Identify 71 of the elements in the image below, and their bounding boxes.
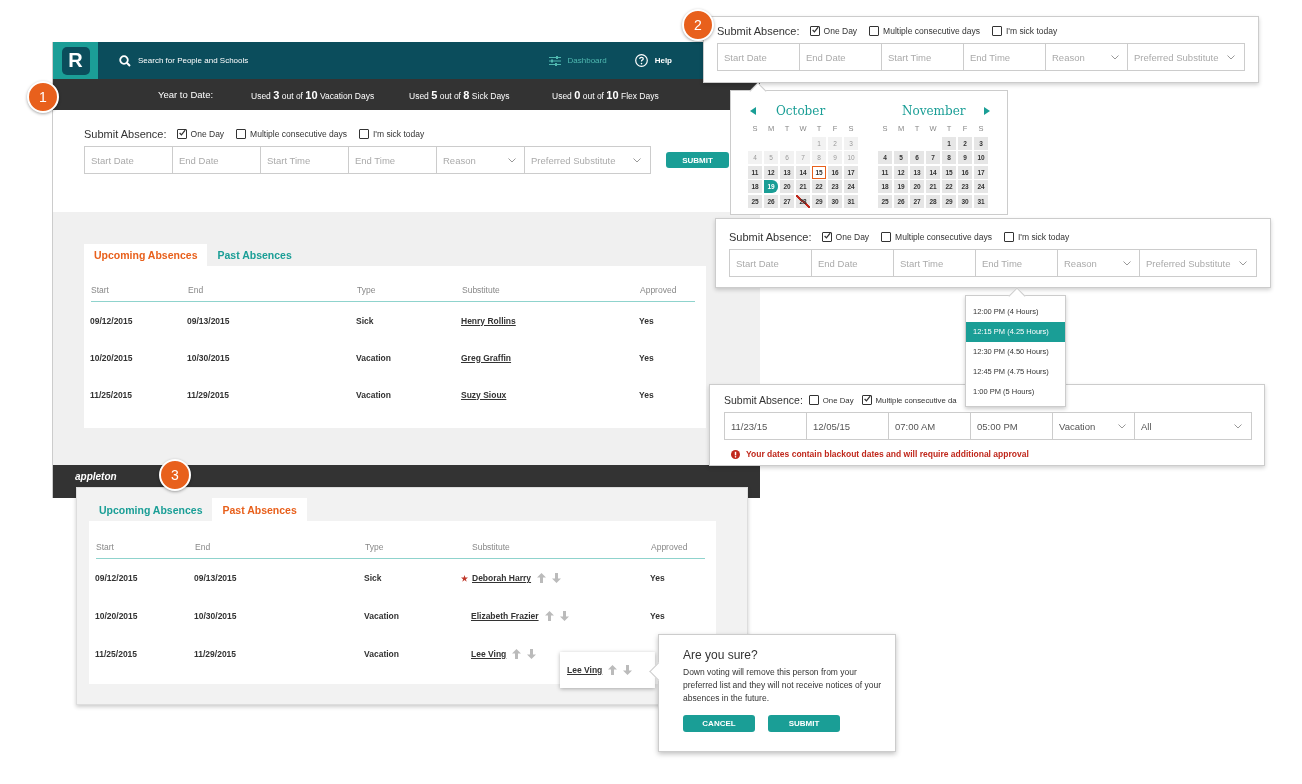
column-header: Type (365, 542, 385, 552)
table-cell-text: 09/13/2015 (187, 315, 231, 326)
table-cell-text: Yes (650, 611, 666, 621)
column-header: Approved (640, 285, 678, 295)
table-cell-text: 10/20/2015 (90, 352, 134, 363)
form-label: Submit Absence: (84, 128, 167, 140)
checkbox-label: Multiple consecutive days (883, 26, 980, 36)
substitute-link[interactable]: Greg Graffin (461, 352, 512, 363)
substitute-link[interactable]: Lee Ving (567, 665, 603, 675)
nav-link[interactable]: Help (634, 54, 672, 67)
table-cell-text: 11/29/2015 (194, 649, 238, 659)
table-cell-text: 09/12/2015 (90, 315, 134, 326)
table-cell-text: 11/29/2015 (187, 389, 231, 400)
column-header: End (188, 285, 205, 295)
nav-link[interactable]: Dashboard (548, 54, 607, 67)
month-title: November (902, 104, 966, 118)
table-cell-text: Vacation (356, 389, 392, 400)
column-header: Type (357, 285, 377, 295)
column-header: Substitute (472, 542, 511, 552)
table-cell-text: 09/13/2015 (194, 573, 238, 583)
dialog-title: Are you sure? (683, 648, 759, 662)
substitute-link[interactable]: Lee Ving (471, 649, 507, 659)
substitute-link[interactable]: Suzy Sioux (461, 389, 507, 400)
table-cell-text: Yes (639, 315, 655, 326)
dialog-message: Down voting will remove this person from your preferred list and they will not receive notices of your absences in the future. (683, 666, 882, 705)
stat-text: Used 0 out of 10 Flex Days (552, 88, 660, 101)
table-cell-text: 10/30/2015 (194, 611, 238, 621)
table-cell-text: Sick (356, 315, 375, 326)
brand-logo: appleton (75, 471, 117, 482)
table-cell-text: 10/20/2015 (95, 611, 139, 621)
stats-title: Year to Date: (158, 89, 215, 100)
table-cell-text: Yes (650, 573, 666, 583)
stat-text: Used 3 out of 10 Vacation Days (251, 88, 376, 101)
substitute-link[interactable]: Elizabeth Frazier (471, 611, 539, 621)
table-cell-text: 11/25/2015 (90, 389, 134, 400)
search-field[interactable]: Search for People and Schools (138, 56, 298, 65)
table-cell-text: Vacation (356, 352, 392, 363)
table-cell-text: Yes (639, 389, 655, 400)
column-header: Approved (651, 542, 689, 552)
step-badge: 1 (27, 81, 59, 113)
column-header: End (195, 542, 212, 552)
step-badge: 2 (682, 9, 714, 41)
table-cell-text: Yes (639, 352, 655, 363)
app-logo[interactable]: R (61, 46, 90, 75)
tab[interactable]: Upcoming Absences (84, 244, 208, 266)
substitute-link[interactable]: Deborah Harry (472, 573, 532, 583)
column-header: Start (91, 285, 110, 295)
form-label: Submit Absence: (724, 394, 803, 406)
month-title: October (776, 104, 826, 118)
checkbox-label: I'm sick today (372, 129, 425, 139)
checkbox-label: One Day (835, 232, 870, 242)
checkbox-label: I'm sick today (1005, 26, 1058, 36)
checkbox-label: Multiple consecutive days (895, 232, 992, 242)
substitute-link[interactable]: Henry Rollins (461, 315, 516, 326)
column-header: Start (96, 542, 115, 552)
checkbox-label: Multiple consecutive days (250, 129, 347, 139)
checkbox-label: One Day (823, 26, 858, 36)
table-cell-text: Vacation (364, 611, 400, 621)
table-cell-text: 09/12/2015 (95, 573, 139, 583)
form-label: Submit Absence: (729, 231, 812, 243)
table-cell-text: 10/30/2015 (187, 352, 231, 363)
stat-text: Used 5 out of 8 Sick Days (409, 88, 511, 101)
column-header: Substitute (462, 285, 501, 295)
tab[interactable]: Past Absences (212, 498, 307, 521)
table-cell-text: Sick (364, 573, 383, 583)
form-label: Submit Absence: (717, 25, 800, 37)
checkbox-label: I'm sick today (1017, 232, 1070, 242)
table-cell-text: 11/25/2015 (95, 649, 139, 659)
checkbox-label: One Day (190, 129, 225, 139)
error-message: Your dates contain blackout dates and will require additional approval (746, 449, 1029, 459)
table-cell-text: Vacation (364, 649, 400, 659)
